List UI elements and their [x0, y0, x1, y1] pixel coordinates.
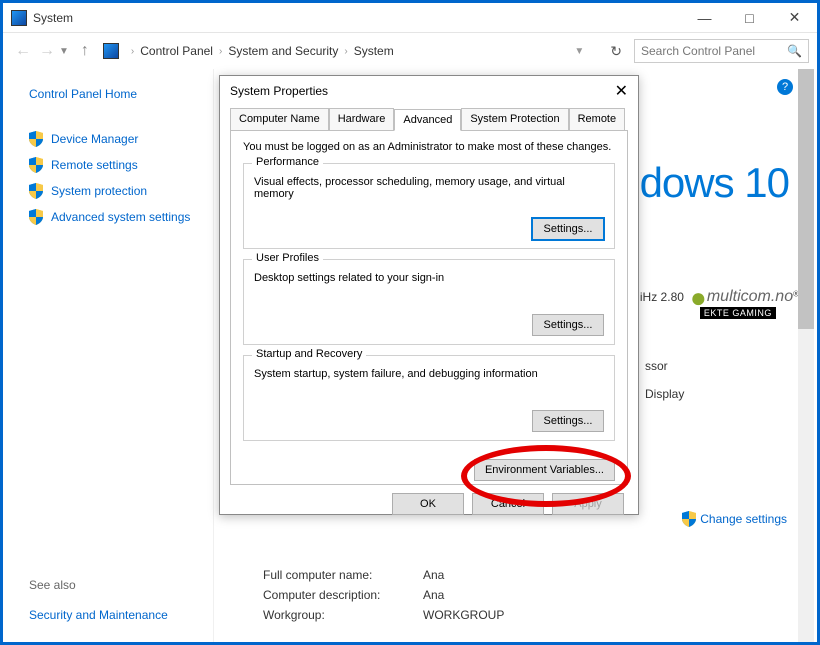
minimize-button[interactable]: ― — [682, 3, 727, 33]
chevron-right-icon[interactable]: › — [344, 46, 347, 57]
group-legend: User Profiles — [252, 252, 323, 264]
sidebar-remote-settings[interactable]: Remote settings — [29, 157, 213, 173]
search-input[interactable]: Search Control Panel 🔍 — [634, 39, 809, 63]
group-legend: Performance — [252, 156, 323, 168]
cpu-ghz: iHz 2.80 — [640, 290, 684, 304]
refresh-icon[interactable]: ↻ — [610, 43, 622, 60]
admin-note: You must be logged on as an Administrato… — [243, 141, 615, 153]
spec-value: WORKGROUP — [423, 608, 504, 622]
titlebar: System ― □ ✕ — [3, 3, 817, 33]
chevron-right-icon[interactable]: › — [219, 46, 222, 57]
navbar: ← → ▼ ↑ › Control Panel › System and Sec… — [3, 33, 817, 69]
change-settings-label: Change settings — [700, 512, 787, 526]
multicom-logo: iHz 2.80●multicom.no® EKTE GAMING — [640, 288, 799, 319]
spec-value: Ana — [423, 588, 444, 602]
group-legend: Startup and Recovery — [252, 348, 366, 360]
help-icon[interactable]: ? — [777, 79, 793, 95]
system-app-icon — [11, 10, 27, 26]
performance-group: Performance Visual effects, processor sc… — [243, 163, 615, 249]
shield-icon — [682, 511, 696, 527]
see-also-label: See also — [29, 578, 76, 592]
tab-computer-name[interactable]: Computer Name — [230, 108, 329, 130]
tab-system-protection[interactable]: System Protection — [461, 108, 568, 130]
sidebar-item-label: Device Manager — [51, 132, 138, 146]
tab-advanced[interactable]: Advanced — [394, 109, 461, 131]
info-grid: ssor Display — [645, 359, 685, 415]
dialog-title: System Properties — [230, 84, 328, 98]
change-settings-link[interactable]: Change settings — [682, 511, 787, 527]
user-profiles-settings-button[interactable]: Settings... — [532, 314, 604, 336]
info-label: ssor — [645, 359, 685, 373]
environment-variables-button[interactable]: Environment Variables... — [474, 459, 615, 481]
shield-icon — [29, 209, 43, 225]
startup-recovery-settings-button[interactable]: Settings... — [532, 410, 604, 432]
control-panel-home-link[interactable]: Control Panel Home — [29, 87, 213, 101]
tab-strip: Computer Name Hardware Advanced System P… — [230, 108, 628, 130]
shield-icon — [29, 183, 43, 199]
group-description: Visual effects, processor scheduling, me… — [254, 176, 604, 200]
search-icon: 🔍 — [787, 44, 802, 58]
cancel-button[interactable]: Cancel — [472, 493, 544, 515]
location-icon — [103, 43, 119, 59]
window-close-button[interactable]: ✕ — [772, 3, 817, 33]
chevron-right-icon[interactable]: › — [131, 46, 134, 57]
sidebar-item-label: Advanced system settings — [51, 210, 190, 224]
env-row: Environment Variables... — [243, 441, 615, 485]
spec-label: Computer description: — [263, 588, 423, 602]
sidebar-item-label: Remote settings — [51, 158, 138, 172]
crumb-control-panel[interactable]: Control Panel — [140, 44, 213, 58]
shield-icon — [29, 131, 43, 147]
sidebar-advanced-settings[interactable]: Advanced system settings — [29, 209, 213, 225]
info-label: Display — [645, 387, 685, 401]
spec-value: Ana — [423, 568, 444, 582]
computer-info: Full computer name:Ana Computer descript… — [263, 568, 504, 628]
tab-body: You must be logged on as an Administrato… — [230, 130, 628, 485]
sidebar: Control Panel Home Device Manager Remote… — [3, 69, 213, 642]
maximize-button[interactable]: □ — [727, 3, 772, 33]
dialog-close-button[interactable]: ✕ — [615, 81, 628, 101]
apply-button[interactable]: Apply — [552, 493, 624, 515]
ok-button[interactable]: OK — [392, 493, 464, 515]
user-profiles-group: User Profiles Desktop settings related t… — [243, 259, 615, 345]
window-title: System — [33, 11, 682, 25]
spec-label: Full computer name: — [263, 568, 423, 582]
nav-forward-icon[interactable]: → — [35, 42, 59, 60]
performance-settings-button[interactable]: Settings... — [532, 218, 604, 240]
system-properties-dialog: System Properties ✕ Computer Name Hardwa… — [219, 75, 639, 515]
group-description: System startup, system failure, and debu… — [254, 368, 604, 380]
tab-hardware[interactable]: Hardware — [329, 108, 395, 130]
see-also-security-maintenance[interactable]: Security and Maintenance — [29, 608, 168, 622]
nav-history-dropdown-icon[interactable]: ▼ — [59, 46, 69, 57]
sidebar-item-label: System protection — [51, 184, 147, 198]
group-description: Desktop settings related to your sign-in — [254, 272, 604, 284]
sidebar-system-protection[interactable]: System protection — [29, 183, 213, 199]
nav-back-icon[interactable]: ← — [11, 42, 35, 60]
startup-recovery-group: Startup and Recovery System startup, sys… — [243, 355, 615, 441]
nav-up-icon[interactable]: ↑ — [73, 42, 97, 60]
location-dropdown-icon[interactable]: ▼ — [574, 46, 584, 57]
scrollbar-thumb[interactable] — [798, 69, 814, 329]
sidebar-device-manager[interactable]: Device Manager — [29, 131, 213, 147]
dialog-footer: OK Cancel Apply — [220, 485, 638, 523]
crumb-system-security[interactable]: System and Security — [228, 44, 338, 58]
shield-icon — [29, 157, 43, 173]
search-placeholder: Search Control Panel — [641, 44, 755, 58]
crumb-system[interactable]: System — [354, 44, 394, 58]
spec-label: Workgroup: — [263, 608, 423, 622]
dialog-titlebar: System Properties ✕ — [220, 76, 638, 106]
windows-10-brand: dows 10 — [640, 159, 789, 207]
tab-remote[interactable]: Remote — [569, 108, 626, 130]
